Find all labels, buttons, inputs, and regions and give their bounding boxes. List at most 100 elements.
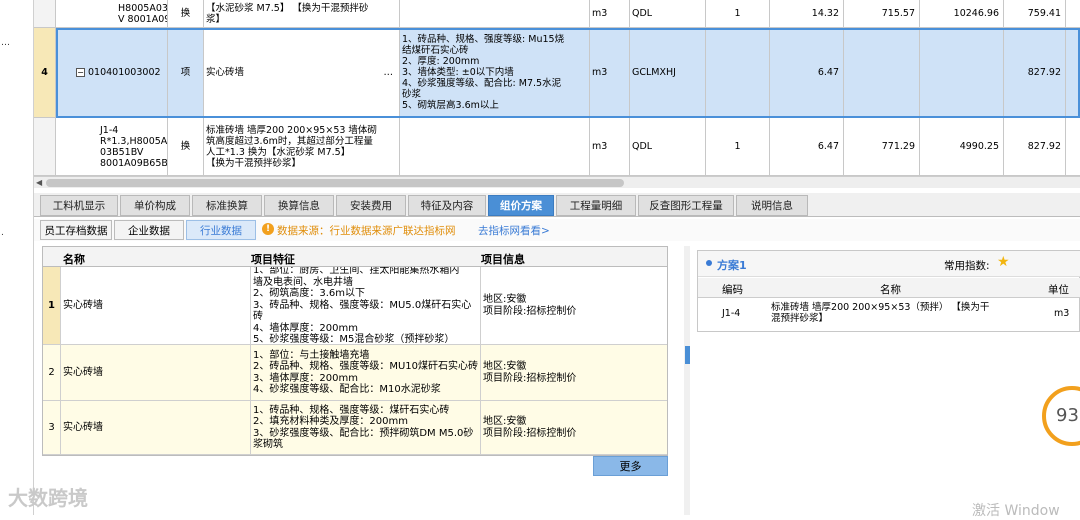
table-row[interactable]: H8005A03B51B V 8001A09B… 换 【水泥砂浆 M7.5】 【… <box>34 0 1080 28</box>
source-note: 数据来源：行业数据来源广联达指标网 <box>277 225 456 237</box>
code-cell: H8005A03B51B V 8001A09B… <box>56 0 168 27</box>
bill-grid: H8005A03B51B V 8001A09B… 换 【水泥砂浆 M7.5】 【… <box>34 0 1080 176</box>
row-code: J1-4 <box>722 308 741 319</box>
list-item[interactable]: 3 实心砖墙 1、砖品种、规格、强度等级：煤矸石实心砖 2、填充材料种类及厚度：… <box>43 401 667 455</box>
type-cell: 项 <box>168 28 204 117</box>
row-number: 4 <box>34 28 56 117</box>
feature-cell <box>400 118 590 175</box>
thumbs-up-icon: ★ <box>997 254 1010 270</box>
scroll-left-icon[interactable]: ◀ <box>36 178 42 187</box>
price-cell: 827.92 <box>1004 28 1066 117</box>
plan-feature: 1、部位：与土接触墙充墙 2、砖品种、规格、强度等级：MU10煤矸石实心砖 3、… <box>251 345 481 400</box>
detail-tabs: 工料机显示 单价构成 标准换算 换算信息 安装费用 特征及内容 组价方案 工程量… <box>34 193 1080 217</box>
plan-feature: 1、砖品种、规格、强度等级：煤矸石实心砖 2、填充材料种类及厚度：200mm 3… <box>251 401 481 454</box>
score-value: 93 <box>1056 405 1079 426</box>
watermark: 大数跨境 <box>8 486 88 510</box>
type-cell: 换 <box>168 0 204 27</box>
tab-description[interactable]: 说明信息 <box>736 195 808 216</box>
name-cell: 标准砖墙 墙厚200 200×95×53 墙体砌 筑高度超过3.6m时，其超过部… <box>204 118 400 175</box>
data-source-bar: 员工存档数据 企业数据 行业数据 ! 数据来源：行业数据来源广联达指标网 去指标… <box>34 219 1080 241</box>
qty-cell: 1 <box>706 0 770 27</box>
row-number <box>34 118 56 175</box>
tab-std-conversion[interactable]: 标准换算 <box>192 195 262 216</box>
more-dots-icon[interactable]: … <box>384 67 394 78</box>
tab-install-fee[interactable]: 安装费用 <box>336 195 406 216</box>
quantity-cell: 6.47 <box>770 118 844 175</box>
freq-label: 常用指数: <box>944 260 990 272</box>
col-unit: 单位 <box>1048 284 1069 296</box>
plan-title: 方案1 <box>717 259 747 272</box>
expr-cell: QDL <box>630 118 706 175</box>
table-row[interactable]: J1-4 R*1.3,H8005A 03B51BV 8001A09B65BV 换… <box>34 118 1080 176</box>
unit-price-cell: 715.57 <box>844 0 920 27</box>
splitter-arrow-icon[interactable] <box>685 346 690 364</box>
scroll-thumb[interactable] <box>46 179 624 187</box>
total-cell: 4990.25 <box>920 118 1004 175</box>
quantity-cell: 6.47 <box>770 28 844 117</box>
tab-quantity-detail[interactable]: 工程量明细 <box>556 195 636 216</box>
type-cell: 换 <box>168 118 204 175</box>
industry-data-button[interactable]: 行业数据 <box>186 220 256 240</box>
unit-price-cell <box>844 28 920 117</box>
feature-cell <box>400 0 590 27</box>
list-item[interactable]: 1 实心砖墙 1、部位：厨房、卫生间、挂太阳能集热水箱内 墙及电表间、水电井墙 … <box>43 267 667 345</box>
score-badge[interactable]: 93 <box>1042 386 1080 446</box>
gutter-dot: . <box>1 228 4 238</box>
tab-unit-price[interactable]: 单价构成 <box>120 195 190 216</box>
col-name: 名称 <box>63 253 85 266</box>
source-link[interactable]: 去指标网看看> <box>478 223 550 238</box>
price-cell: 759.41 <box>1004 0 1066 27</box>
unit-price-cell: 771.29 <box>844 118 920 175</box>
table-row[interactable]: J1-4 标准砖墙 墙厚200 200×95×53（预拌） 【换为干 混预拌砂浆… <box>698 298 1080 330</box>
tab-reverse-quantity[interactable]: 反查图形工程量 <box>638 195 734 216</box>
panel-splitter[interactable] <box>684 246 690 515</box>
col-name: 名称 <box>880 284 901 296</box>
total-cell <box>920 28 1004 117</box>
col-code: 编码 <box>722 284 743 296</box>
tab-pricing-plan[interactable]: 组价方案 <box>488 195 554 216</box>
plan-info: 地区:安徽 项目阶段:招标控制价 <box>483 361 577 384</box>
list-item[interactable]: 2 实心砖墙 1、部位：与土接触墙充墙 2、砖品种、规格、强度等级：MU10煤矸… <box>43 345 667 401</box>
collapse-icon[interactable]: − <box>76 68 85 77</box>
code-cell: J1-4 R*1.3,H8005A 03B51BV 8001A09B65BV <box>56 118 168 175</box>
tab-conversion-info[interactable]: 换算信息 <box>264 195 334 216</box>
tab-labor-material[interactable]: 工料机显示 <box>40 195 118 216</box>
left-gutter: … . <box>0 0 34 515</box>
plan-table-header: 名称 项目特征 项目信息 <box>43 247 667 267</box>
qty-cell <box>706 28 770 117</box>
col-info: 项目信息 <box>481 253 525 266</box>
qty-cell: 1 <box>706 118 770 175</box>
name-cell[interactable]: 实心砖墙… <box>204 28 400 117</box>
quantity-cell: 14.32 <box>770 0 844 27</box>
plan-info: 地区:安徽 项目阶段:招标控制价 <box>483 416 577 439</box>
plan-detail-header: 编码 名称 单位 <box>698 278 1080 298</box>
employee-data-button[interactable]: 员工存档数据 <box>40 220 112 240</box>
plan-info: 地区:安徽 项目阶段:招标控制价 <box>483 294 577 317</box>
unit-cell: m3 <box>590 118 630 175</box>
price-cell: 827.92 <box>1004 118 1066 175</box>
unit-cell: m3 <box>590 28 630 117</box>
plan-table: 名称 项目特征 项目信息 1 实心砖墙 1、部位：厨房、卫生间、挂太阳能集热水箱… <box>42 246 668 456</box>
plan-header: 方案1 常用指数: ★ <box>698 251 1080 277</box>
gutter-ellipsis: … <box>1 38 10 48</box>
plan-name: 实心砖墙 <box>61 345 251 400</box>
plan-name: 实心砖墙 <box>61 401 251 454</box>
expr-cell: GCLMXHJ <box>630 28 706 117</box>
table-row-selected[interactable]: 4 −010401003002 项 实心砖墙… 1、砖品种、规格、强度等级: M… <box>34 28 1080 118</box>
activate-windows-text: 激活 Window <box>972 503 1060 519</box>
row-number <box>34 0 56 27</box>
row-number: 2 <box>43 345 61 400</box>
row-name: 标准砖墙 墙厚200 200×95×53（预拌） 【换为干 混预拌砂浆】 <box>771 302 990 324</box>
warning-icon: ! <box>262 223 274 235</box>
code-cell: −010401003002 <box>56 28 168 117</box>
row-unit: m3 <box>1054 308 1070 319</box>
feature-cell: 1、砖品种、规格、强度等级: Mu15烧 结煤矸石实心砖 2、厚度: 200mm… <box>400 28 590 117</box>
plan-name: 实心砖墙 <box>61 267 251 344</box>
row-number: 3 <box>43 401 61 454</box>
more-button[interactable]: 更多 <box>593 456 668 476</box>
name-cell: 【水泥砂浆 M7.5】 【换为干混预拌砂 浆】 <box>204 0 400 27</box>
row-number: 1 <box>43 267 61 344</box>
horizontal-scrollbar[interactable]: ◀ <box>34 176 1080 188</box>
enterprise-data-button[interactable]: 企业数据 <box>114 220 184 240</box>
tab-features[interactable]: 特征及内容 <box>408 195 486 216</box>
